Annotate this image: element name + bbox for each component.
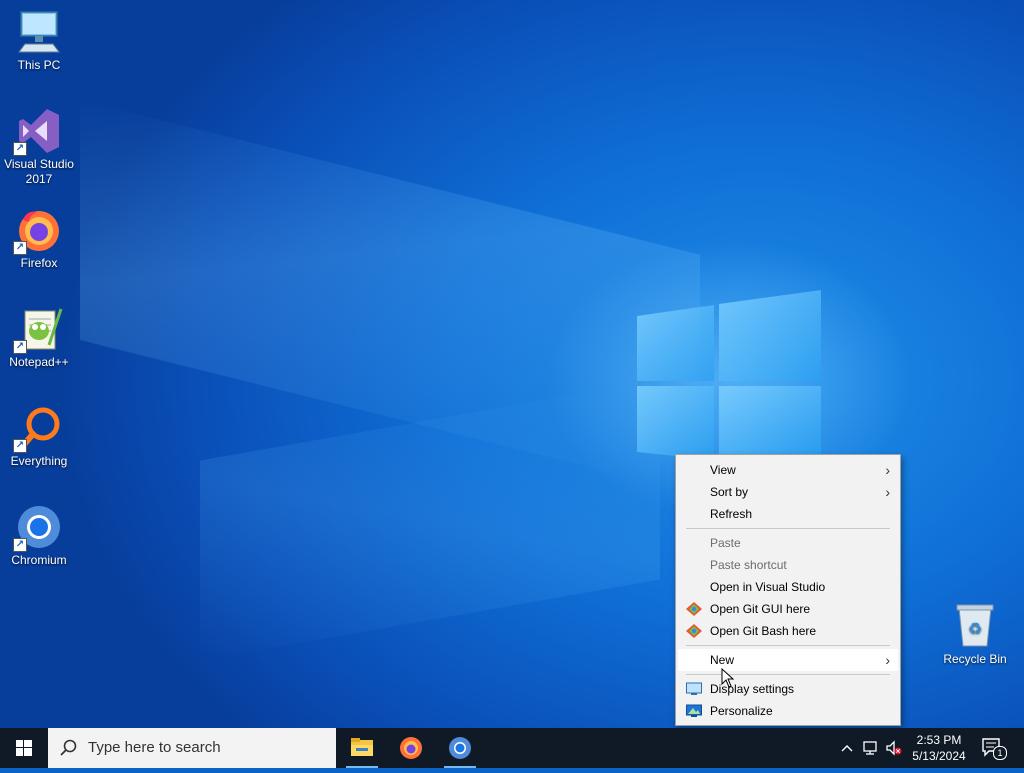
desktop-icon-label: This PC — [17, 58, 61, 72]
desktop-icon-chromium[interactable]: ↗ Chromium — [0, 503, 78, 568]
desktop-context-menu: View › Sort by › Refresh Paste Paste sho… — [675, 454, 901, 726]
notepadpp-icon: ↗ — [13, 305, 63, 354]
taskbar-firefox[interactable] — [387, 728, 435, 768]
desktop-icon-everything[interactable]: ↗ Everything — [0, 404, 78, 469]
menu-item-view[interactable]: View › — [678, 459, 898, 481]
this-pc-icon — [15, 8, 63, 56]
chevron-up-icon[interactable] — [838, 738, 856, 758]
desktop-icon-label: Visual Studio 2017 — [4, 157, 74, 186]
menu-item-label: Personalize — [710, 704, 773, 718]
svg-text:♻: ♻ — [968, 619, 982, 638]
desktop[interactable]: This PC ↗ Visual Studio 2017 ↗ Firefox ↗… — [0, 0, 1024, 728]
file-explorer-icon — [351, 738, 373, 756]
clock-time: 2:53 PM — [916, 733, 962, 747]
desktop-icon-this-pc[interactable]: This PC — [0, 8, 78, 73]
chromium-icon — [449, 737, 471, 759]
windows-start-icon — [16, 740, 32, 756]
menu-separator — [686, 645, 890, 646]
menu-item-label: Open in Visual Studio — [710, 580, 826, 594]
notification-count-badge: 1 — [993, 746, 1007, 760]
menu-item-open-in-visual-studio[interactable]: Open in Visual Studio — [678, 576, 898, 598]
chevron-right-icon: › — [885, 484, 890, 500]
search-icon — [60, 739, 77, 756]
desktop-icon-label: Recycle Bin — [943, 652, 1007, 666]
menu-item-label: New — [710, 653, 735, 667]
start-button[interactable] — [0, 728, 48, 768]
menu-item-label: View — [710, 463, 736, 477]
menu-item-paste[interactable]: Paste — [678, 532, 898, 554]
shortcut-arrow-icon: ↗ — [13, 439, 27, 453]
visual-studio-icon: ↗ — [13, 107, 63, 156]
everything-icon: ↗ — [13, 404, 63, 453]
taskbar-clock[interactable]: 2:53 PM 5/13/2024 — [904, 732, 974, 764]
firefox-icon — [400, 737, 422, 759]
menu-separator — [686, 674, 890, 675]
desktop-icon-label: Everything — [10, 454, 68, 468]
menu-item-open-git-gui[interactable]: Open Git GUI here — [678, 598, 898, 620]
menu-item-label: Sort by — [710, 485, 749, 499]
menu-item-display-settings[interactable]: Display settings — [678, 678, 898, 700]
desktop-icon-recycle-bin[interactable]: ♻ Recycle Bin — [936, 602, 1014, 667]
shortcut-arrow-icon: ↗ — [13, 538, 27, 552]
menu-item-label: Paste — [710, 536, 741, 550]
recycle-bin-icon: ♻ — [951, 602, 999, 650]
desktop-icon-label: Notepad++ — [9, 355, 69, 369]
git-gui-icon — [686, 602, 702, 616]
menu-separator — [686, 528, 890, 529]
desktop-icon-label: Chromium — [11, 553, 67, 567]
desktop-icon-label: Firefox — [20, 256, 58, 270]
desktop-icon-visual-studio[interactable]: ↗ Visual Studio 2017 — [0, 107, 78, 187]
menu-item-new[interactable]: New › — [678, 649, 898, 671]
menu-item-label: Open Git Bash here — [710, 624, 817, 638]
git-bash-icon — [686, 624, 702, 638]
taskbar-chromium[interactable] — [436, 728, 484, 768]
volume-muted-icon[interactable] — [885, 738, 903, 758]
network-icon[interactable] — [862, 738, 880, 758]
menu-item-open-git-bash[interactable]: Open Git Bash here — [678, 620, 898, 642]
menu-item-label: Refresh — [710, 507, 753, 521]
chevron-right-icon: › — [885, 652, 890, 668]
action-center-button[interactable]: 1 — [980, 736, 1007, 760]
chromium-icon: ↗ — [13, 503, 63, 552]
menu-item-paste-shortcut[interactable]: Paste shortcut — [678, 554, 898, 576]
menu-item-label: Open Git GUI here — [710, 602, 811, 616]
menu-item-personalize[interactable]: Personalize — [678, 700, 898, 722]
personalize-icon — [686, 704, 702, 717]
taskbar-search-box[interactable]: Type here to search — [48, 728, 336, 768]
firefox-icon: ↗ — [13, 206, 63, 255]
display-settings-icon — [686, 682, 702, 695]
shortcut-arrow-icon: ↗ — [13, 340, 27, 354]
taskbar: Type here to search 2:53 PM 5/13/2024 1 — [0, 728, 1024, 768]
search-placeholder: Type here to search — [88, 739, 221, 756]
menu-item-sort-by[interactable]: Sort by › — [678, 481, 898, 503]
mouse-cursor-icon — [721, 668, 735, 688]
shortcut-arrow-icon: ↗ — [13, 142, 27, 156]
menu-item-label: Paste shortcut — [710, 558, 787, 572]
menu-item-refresh[interactable]: Refresh — [678, 503, 898, 525]
chevron-right-icon: › — [885, 462, 890, 478]
taskbar-file-explorer[interactable] — [338, 728, 386, 768]
desktop-icon-notepadpp[interactable]: ↗ Notepad++ — [0, 305, 78, 370]
shortcut-arrow-icon: ↗ — [13, 241, 27, 255]
desktop-icon-firefox[interactable]: ↗ Firefox — [0, 206, 78, 271]
clock-date: 5/13/2024 — [912, 749, 966, 763]
